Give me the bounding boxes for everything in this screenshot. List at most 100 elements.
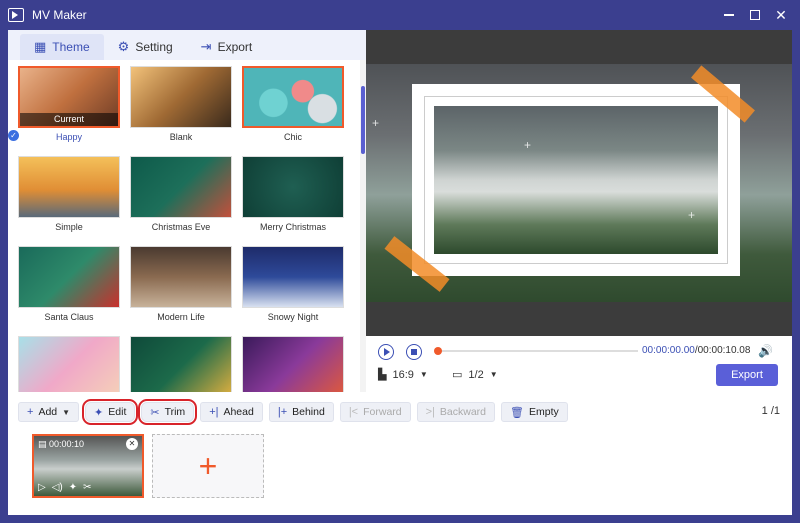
tab-setting[interactable]: ⚙ Setting xyxy=(104,34,187,60)
theme-card-chic[interactable]: Chic xyxy=(242,66,344,142)
theme-label: Happy xyxy=(55,132,82,142)
theme-card-merry-christmas[interactable]: Merry Christmas xyxy=(242,156,344,232)
tab-export[interactable]: ⇥ Export xyxy=(187,34,267,60)
clip-duration: ▤ 00:00:10 xyxy=(38,439,84,450)
empty-label: Empty xyxy=(528,406,559,418)
theme-card-santa-claus[interactable]: Santa Claus xyxy=(18,246,120,322)
magic-wand-icon[interactable]: ✦ xyxy=(69,482,77,493)
progress-handle[interactable] xyxy=(434,347,442,355)
trim-label: Trim xyxy=(164,406,186,418)
theme-label: Simple xyxy=(55,222,83,232)
stop-button[interactable] xyxy=(406,344,422,360)
app-logo-icon xyxy=(8,8,24,22)
gear-icon: ⚙ xyxy=(117,39,130,54)
progress-bar[interactable] xyxy=(434,347,638,355)
forward-button[interactable]: |< Forward xyxy=(339,402,411,422)
close-button[interactable]: ✕ xyxy=(768,2,794,28)
chevron-down-icon: ▼ xyxy=(419,370,428,379)
theme-thumbnail[interactable] xyxy=(18,336,120,392)
play-icon[interactable]: ▷ xyxy=(38,482,46,493)
player-controls: 00:00:00.00/00:00:10.08 🔊 ▙ 16:9 ▼ ▭ 1/2… xyxy=(366,336,792,392)
export-button[interactable]: Export xyxy=(716,364,778,386)
theme-thumbnail[interactable] xyxy=(242,66,344,128)
current-tag: Current xyxy=(20,113,118,126)
aspect-ratio-select[interactable]: ▙ 16:9 ▼ xyxy=(378,368,428,382)
page-indicator: 1 /1 xyxy=(761,405,780,417)
export-icon: ⇥ xyxy=(200,39,212,54)
trash-icon: 🗑 xyxy=(510,406,524,419)
backward-button[interactable]: >| Backward xyxy=(416,402,496,422)
theme-card-snowy-night[interactable]: Snowy Night xyxy=(242,246,344,322)
theme-panel: ▦ Theme ⚙ Setting ⇥ Export Current ✓ Hap… xyxy=(8,30,366,392)
theme-label: Merry Christmas xyxy=(259,222,326,232)
window-title: MV Maker xyxy=(32,8,87,22)
insert-behind-icon: |+ xyxy=(277,406,288,418)
empty-button[interactable]: 🗑 Empty xyxy=(501,402,568,422)
theme-thumbnail[interactable] xyxy=(130,336,232,392)
behind-button[interactable]: |+ Behind xyxy=(268,402,334,422)
grid-icon: ▦ xyxy=(34,39,47,54)
volume-icon[interactable]: ◁) xyxy=(52,482,63,493)
theme-card-happy[interactable]: Current ✓ Happy xyxy=(8,66,120,142)
add-button[interactable]: + Add ▼ xyxy=(18,402,80,422)
theme-card[interactable] xyxy=(130,336,232,392)
preview-image: + + + xyxy=(366,64,792,302)
maximize-icon xyxy=(750,10,760,20)
volume-icon[interactable]: 🔊 xyxy=(758,344,773,358)
theme-thumbnail[interactable] xyxy=(130,246,232,308)
chevron-down-icon: ▼ xyxy=(489,370,498,379)
chevron-down-icon[interactable]: ▼ xyxy=(62,408,70,417)
theme-thumbnail[interactable] xyxy=(18,246,120,308)
theme-card-modern-life[interactable]: Modern Life xyxy=(130,246,232,322)
theme-thumbnail[interactable] xyxy=(130,66,232,128)
theme-label: Chic xyxy=(283,132,302,142)
total-time: /00:00:10.08 xyxy=(694,345,751,356)
theme-label: Modern Life xyxy=(157,312,205,322)
clip-toolbar: + Add ▼ ✦ Edit ✂ Trim +| Ahead |+ Behind… xyxy=(18,399,568,425)
monitor-icon: ▭ xyxy=(452,369,463,381)
add-media-button[interactable]: + xyxy=(152,434,264,498)
theme-thumbnail[interactable] xyxy=(130,156,232,218)
time-display: 00:00:00.00/00:00:10.08 xyxy=(642,345,750,356)
theme-thumbnail[interactable] xyxy=(242,246,344,308)
tab-theme[interactable]: ▦ Theme xyxy=(20,34,104,60)
scroll-thumb[interactable] xyxy=(361,86,365,154)
minimize-button[interactable] xyxy=(716,2,742,28)
sparkle-icon: + xyxy=(688,208,696,222)
edit-button[interactable]: ✦ Edit xyxy=(82,399,139,425)
theme-card-simple[interactable]: Simple xyxy=(18,156,120,232)
add-label: Add xyxy=(38,406,58,418)
trim-button[interactable]: ✂ Trim xyxy=(138,399,198,425)
close-icon: ✕ xyxy=(775,6,787,23)
theme-thumbnail[interactable]: Current xyxy=(18,66,120,128)
scissors-icon[interactable]: ✂ xyxy=(83,482,91,493)
timeline-clip[interactable]: ▤ 00:00:10 ✕ ▷ ◁) ✦ ✂ xyxy=(32,434,144,498)
tab-label: Export xyxy=(217,40,253,54)
tab-label: Theme xyxy=(52,40,90,54)
current-time: 00:00:00.00 xyxy=(642,345,695,356)
play-button[interactable] xyxy=(378,344,394,360)
photo-frame xyxy=(412,84,740,276)
theme-card[interactable] xyxy=(18,336,120,392)
maximize-button[interactable] xyxy=(742,2,768,28)
theme-label: Blank xyxy=(169,132,193,142)
plus-icon: + xyxy=(198,447,218,484)
theme-thumbnail[interactable] xyxy=(242,336,344,392)
theme-card-blank[interactable]: Blank xyxy=(130,66,232,142)
resolution-select[interactable]: ▭ 1/2 ▼ xyxy=(452,368,498,382)
preview-canvas: + + + xyxy=(366,30,792,336)
aspect-ratio-value: 16:9 xyxy=(392,368,414,381)
remove-clip-button[interactable]: ✕ xyxy=(126,438,138,450)
ahead-button[interactable]: +| Ahead xyxy=(200,402,263,422)
forward-label: Forward xyxy=(363,406,402,418)
window-controls: ✕ xyxy=(716,0,794,30)
theme-card[interactable] xyxy=(242,336,344,392)
magic-wand-icon: ✦ xyxy=(94,406,104,419)
theme-thumbnail[interactable] xyxy=(18,156,120,218)
theme-thumbnail[interactable] xyxy=(242,156,344,218)
theme-label: Snowy Night xyxy=(267,312,319,322)
theme-label: Santa Claus xyxy=(44,312,94,322)
theme-card-christmas-eve[interactable]: Christmas Eve xyxy=(130,156,232,232)
title-bar: MV Maker ✕ xyxy=(0,0,800,30)
backward-label: Backward xyxy=(439,406,487,418)
